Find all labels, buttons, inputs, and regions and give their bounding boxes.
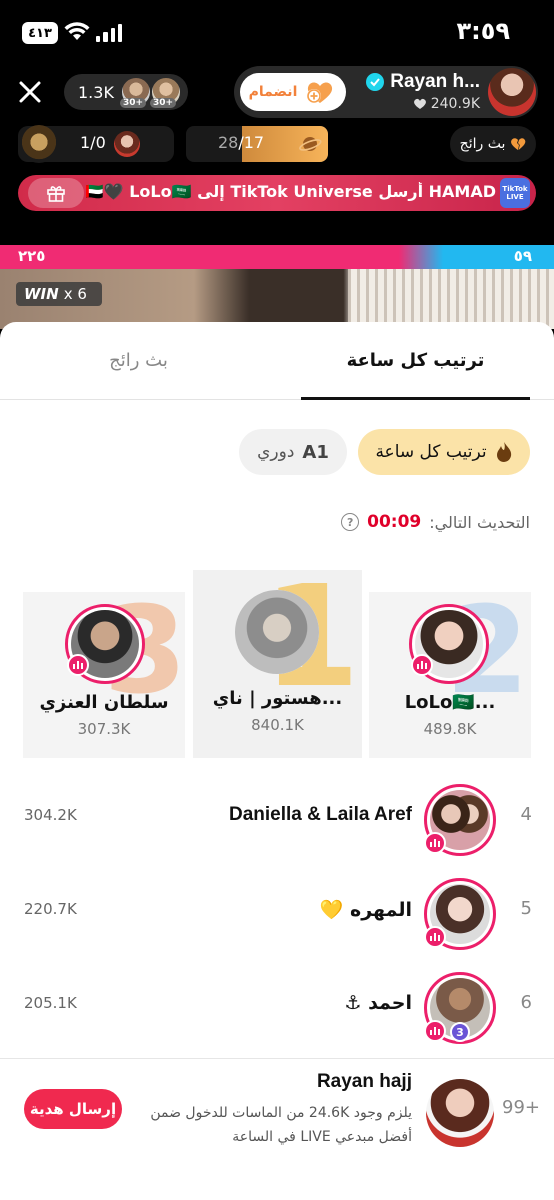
help-icon[interactable]: ? (341, 513, 360, 531)
battle-left-score: ٢٢٥ (18, 247, 46, 265)
planet-icon (299, 137, 322, 151)
rank-name: Daniella & Laila Aref (228, 804, 412, 825)
score-total: 28 (218, 133, 239, 152)
list-item[interactable]: 4 Daniella & Laila Aref 304.2K (0, 774, 554, 866)
viewer-level-badge: 30+ (120, 98, 147, 108)
trending-live-label: بث رائج (459, 136, 506, 152)
podium-card-rank-3[interactable]: 3 سلطان العنزي 307.3K (23, 592, 187, 758)
podium-score: 489.8K (423, 720, 477, 738)
host-avatar[interactable] (488, 68, 536, 116)
heart-icon (413, 98, 426, 109)
podium-card-rank-1[interactable]: 1 هستور | ناي... 840.1K (193, 568, 362, 758)
my-name: Rayan hajj (316, 1071, 412, 1092)
live-indicator-icon (424, 1020, 446, 1042)
battle-score-bar: ٢٢٥ ٥٩ (0, 245, 554, 269)
rank-score: 205.1K (24, 994, 77, 1012)
hearts-plus-icon (307, 82, 333, 103)
rank-number: 6 (520, 992, 532, 1013)
top-viewer-avatar[interactable]: 30+ (150, 76, 182, 108)
win-streak-badge: WIN x 6 (16, 282, 102, 306)
lion-avatar (20, 125, 58, 163)
ranking-sheet: ترتيب كل ساعة بث رائج ترتيب كل ساعة دوري… (0, 322, 554, 1200)
rank-number: 5 (520, 898, 532, 919)
my-rank-hint: يلزم وجود 24.6K من الماسات للدخول ضمن أف… (150, 1105, 412, 1145)
tab-trending-live[interactable]: بث رائج (0, 322, 277, 399)
gift-banner-text: HAMAD أرسل TikTok Universe إلى 🇦🇪🖤 LoLo🇸… (86, 182, 496, 201)
score-current: 17 (243, 133, 265, 152)
filter-hourly-chip[interactable]: ترتيب كل ساعة (358, 429, 530, 475)
score-text: 28/17 (218, 133, 265, 152)
viewer-count-pill[interactable]: 1.3K 30+ 30+ (64, 74, 188, 110)
podium-name: هستور | ناي... (212, 688, 343, 709)
tiktok-live-icon: TikTok LIVE (500, 178, 530, 208)
rank-score: 304.2K (24, 806, 77, 824)
video-curtain (348, 269, 554, 329)
list-item[interactable]: 6 3 احمد ⚓ 205.1K (0, 962, 554, 1054)
win-multiplier: x 6 (63, 285, 87, 303)
join-label: انضمام (248, 84, 298, 100)
battle-rank-text: 1/0 (80, 133, 106, 152)
ranking-tabs: ترتيب كل ساعة بث رائج (0, 322, 554, 400)
close-icon[interactable] (16, 78, 44, 106)
wifi-icon (64, 22, 90, 40)
viewer-level-badge: 30+ (150, 98, 177, 108)
battle-right-score: ٥٩ (513, 247, 532, 265)
next-update-label: التحديث التالي: (429, 512, 530, 532)
list-item[interactable]: 5 المهره 💛 220.7K (0, 868, 554, 960)
top-viewer-avatar[interactable]: 30+ (120, 76, 152, 108)
rank-name: المهره 💛 (319, 899, 412, 921)
live-indicator-icon (424, 832, 446, 854)
win-label: WIN (24, 285, 59, 303)
level-badge: 3 (450, 1022, 470, 1042)
my-rank-bar: 99+ Rayan hajj يلزم وجود 24.6K من الماسا… (0, 1058, 554, 1200)
podium-name: LoLo🇸🇦... (404, 692, 496, 713)
verified-icon (366, 73, 385, 91)
live-indicator-icon (411, 654, 433, 676)
gift-box-button[interactable] (28, 178, 84, 208)
flame-icon (496, 442, 511, 462)
battle-opponent-chip[interactable]: 1/0 (18, 125, 174, 163)
my-rank-number: 99+ (502, 1097, 540, 1118)
countdown-timer: 00:09 (367, 512, 422, 532)
host-name-row: Rayan h... (366, 71, 480, 93)
host-name: Rayan h... (390, 71, 480, 92)
rank-number: 4 (520, 804, 532, 825)
status-time: ٣:٥٩ (456, 17, 510, 45)
filter-hourly-label: ترتيب كل ساعة (375, 442, 487, 462)
live-indicator-icon (67, 654, 89, 676)
filter-league-chip[interactable]: دوري A1 (239, 429, 347, 475)
host-likes: 240.9K (413, 96, 480, 112)
small-avatar (114, 131, 140, 157)
join-button[interactable]: انضمام (240, 73, 346, 111)
rank-name: احمد ⚓ (344, 992, 412, 1014)
gift-notification-banner[interactable]: HAMAD أرسل TikTok Universe إلى 🇦🇪🖤 LoLo🇸… (18, 175, 536, 211)
rank-score: 220.7K (24, 900, 77, 918)
league-prefix: دوري (257, 442, 295, 462)
podium-avatar (235, 590, 319, 674)
trending-live-chip[interactable]: بث رائج (450, 126, 536, 162)
broken-heart-icon (511, 138, 526, 150)
live-indicator-icon (424, 926, 446, 948)
host-info-pill[interactable]: انضمام Rayan h... 240.9K (234, 66, 538, 118)
next-update-row: التحديث التالي: 00:09 ? (341, 512, 530, 532)
podium-score: 840.1K (251, 716, 304, 734)
podium-name: سلطان العنزي (39, 692, 169, 713)
status-bar: ٤١٣ ٣:٥٩ (0, 0, 554, 64)
league-code: A1 (302, 441, 329, 463)
send-gift-button[interactable]: إرسال هدية (24, 1089, 122, 1129)
my-avatar[interactable] (426, 1079, 494, 1147)
host-likes-count: 240.9K (430, 96, 480, 112)
gift-icon (47, 186, 65, 202)
podium-score: 307.3K (77, 720, 131, 738)
podium-avatar-ring (235, 590, 319, 674)
viewer-count: 1.3K (78, 82, 114, 102)
tab-hourly-ranking[interactable]: ترتيب كل ساعة (277, 322, 554, 400)
battery-icon: ٤١٣ (22, 22, 58, 44)
podium-card-rank-2[interactable]: 2 LoLo🇸🇦... 489.8K (369, 592, 531, 758)
signal-icon (96, 24, 122, 42)
score-progress-bar[interactable]: 28/17 (186, 126, 328, 162)
